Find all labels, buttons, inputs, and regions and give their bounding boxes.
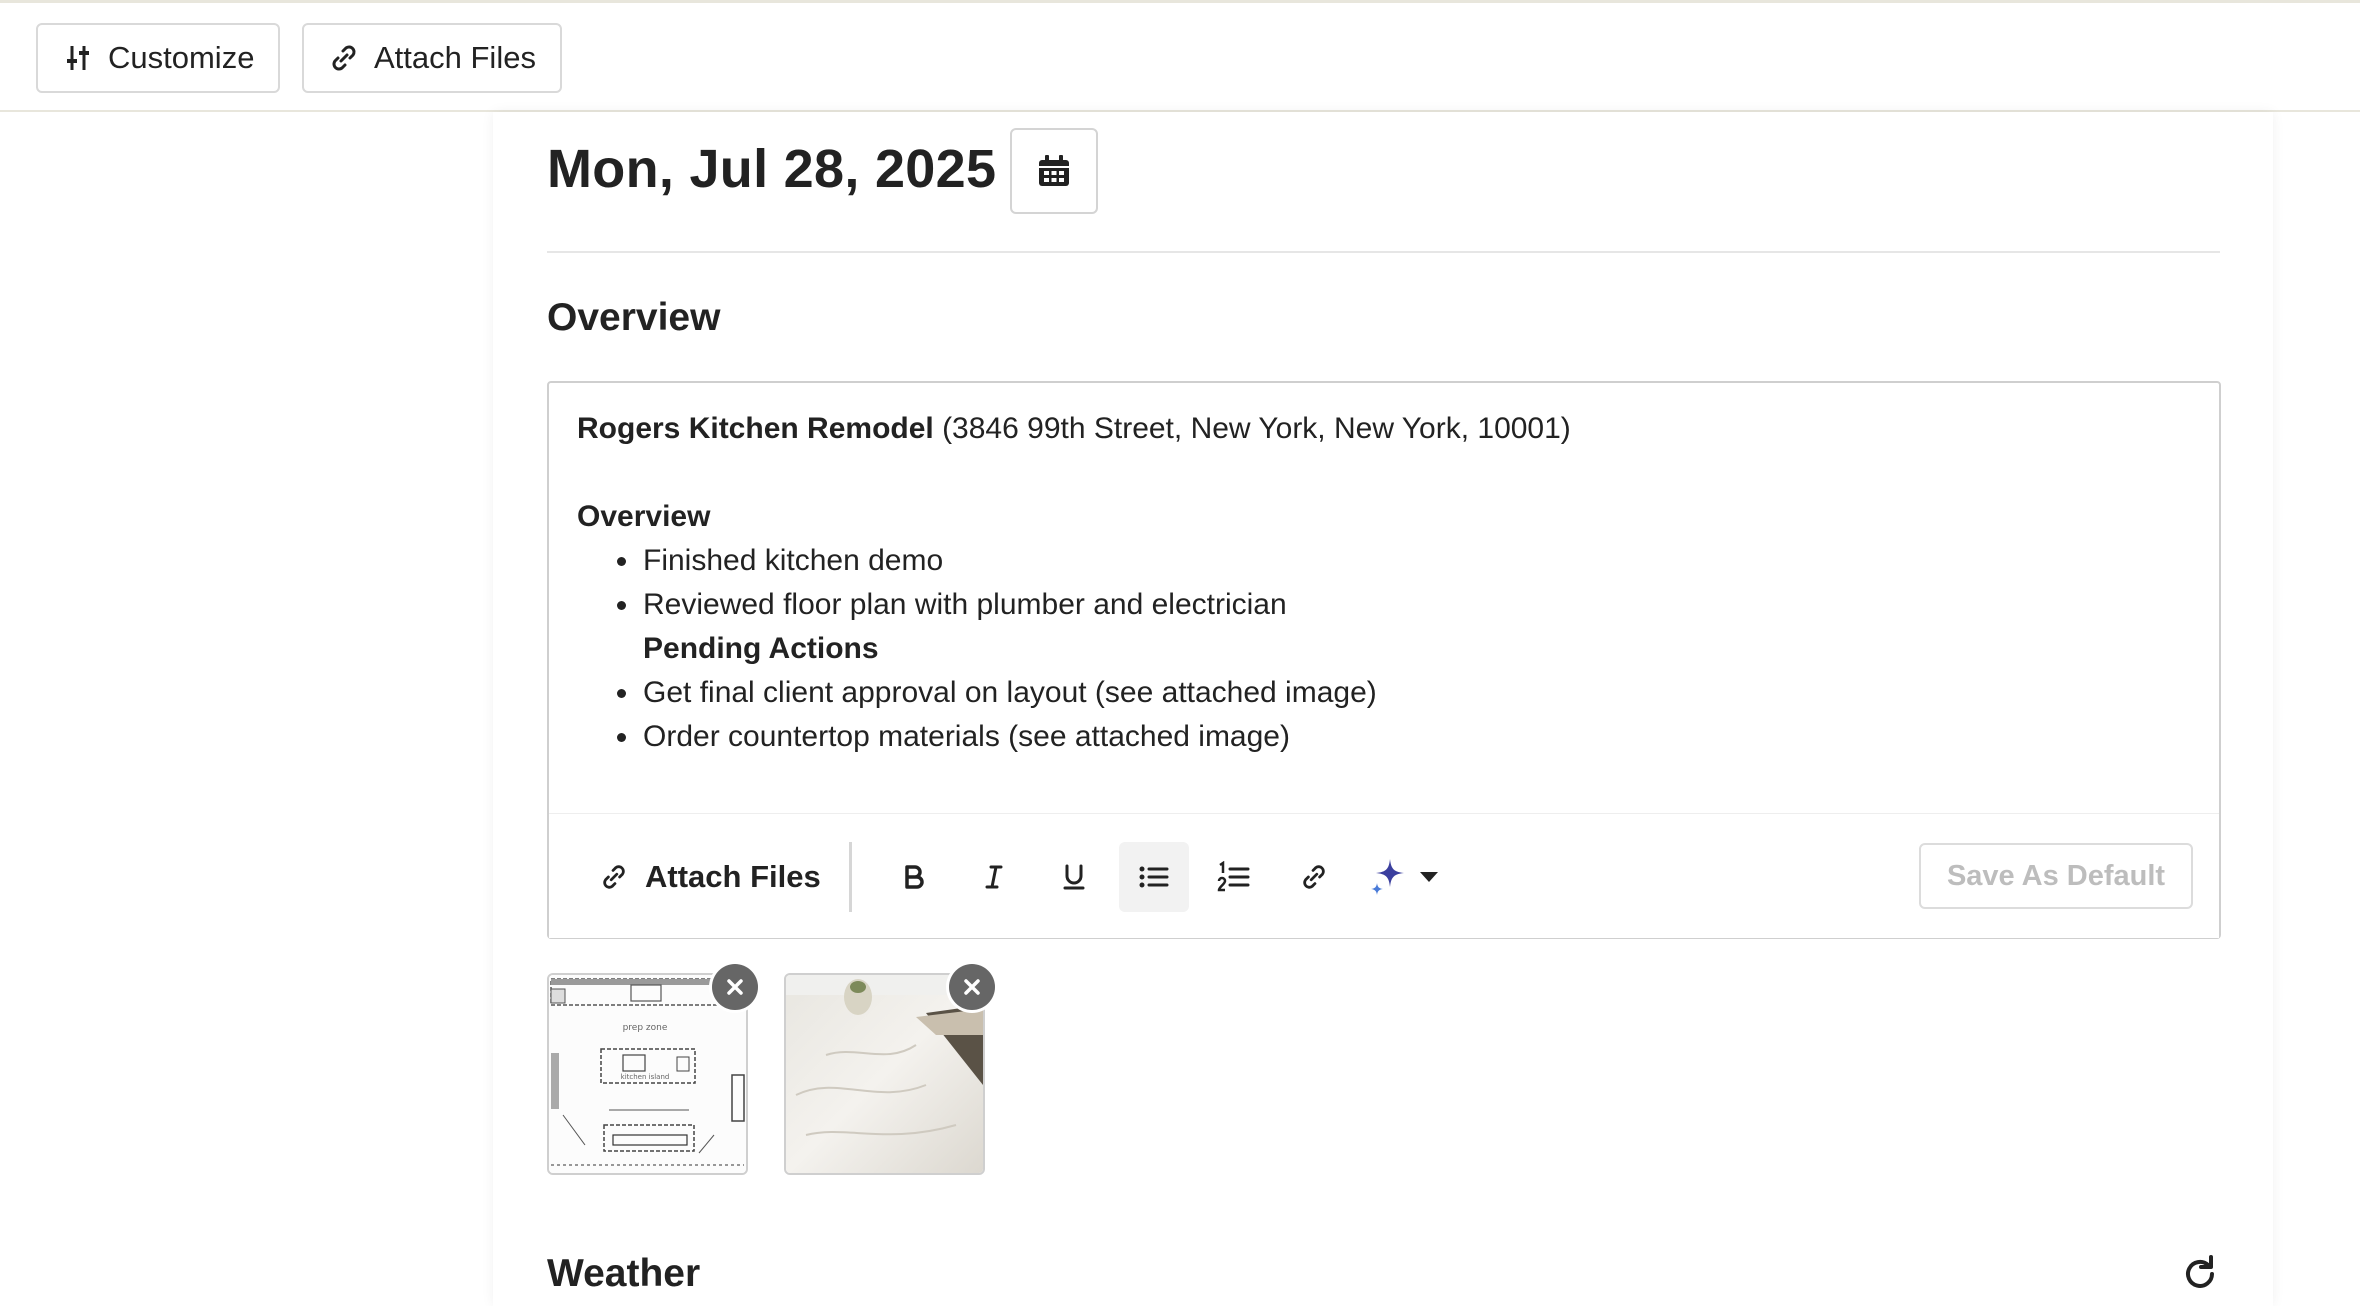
bold-icon xyxy=(905,865,924,889)
italic-button[interactable] xyxy=(959,842,1029,912)
underline-button[interactable] xyxy=(1039,842,1109,912)
svg-text:kitchen island: kitchen island xyxy=(621,1073,670,1081)
pending-actions-heading: Pending Actions xyxy=(643,632,879,665)
underline-icon xyxy=(1063,864,1085,890)
customize-label: Customize xyxy=(108,40,255,75)
editor-content[interactable]: Rogers Kitchen Remodel (3846 99th Street… xyxy=(577,407,2191,759)
italic-icon xyxy=(985,865,1003,889)
floor-plan-thumbnail-icon: prep zone kitchen island xyxy=(549,975,746,1173)
list-item: Order countertop materials (see attached… xyxy=(617,715,2191,759)
project-name: Rogers Kitchen Remodel xyxy=(577,412,934,445)
sparkle-icon xyxy=(1371,859,1404,895)
overview-list: Finished kitchen demo Reviewed floor pla… xyxy=(577,539,2191,759)
overview-heading: Overview xyxy=(577,500,711,533)
list-item: Reviewed floor plan with plumber and ele… xyxy=(617,583,2191,627)
marble-countertop-thumbnail-icon xyxy=(786,975,983,1173)
remove-attachment-button[interactable] xyxy=(712,964,758,1010)
paperclip-icon xyxy=(332,45,356,71)
refresh-icon xyxy=(2186,1255,2214,1288)
save-as-default-button[interactable]: Save As Default xyxy=(1919,843,2193,909)
weather-section-title: Weather xyxy=(547,1252,701,1295)
project-line: Rogers Kitchen Remodel (3846 99th Street… xyxy=(577,407,2191,451)
calendar-icon xyxy=(1039,155,1069,186)
refresh-weather-button[interactable] xyxy=(2181,1255,2219,1298)
report-date: Mon, Jul 28, 2025 xyxy=(547,139,997,199)
bold-button[interactable] xyxy=(879,842,949,912)
section-divider xyxy=(547,251,2220,253)
attach-files-label: Attach Files xyxy=(374,40,536,75)
toolbar-separator xyxy=(849,842,852,912)
attach-files-button[interactable]: Attach Files xyxy=(302,23,562,93)
close-icon xyxy=(964,979,980,995)
chevron-down-icon xyxy=(1420,872,1438,882)
ai-assist-dropdown[interactable] xyxy=(1349,842,1459,912)
close-icon xyxy=(727,979,743,995)
list-item: Finished kitchen demo xyxy=(617,539,2191,583)
project-address: (3846 99th Street, New York, New York, 1… xyxy=(933,412,1571,445)
numbered-list-button[interactable] xyxy=(1199,842,1269,912)
link-icon xyxy=(1303,865,1325,889)
overview-editor[interactable]: Rogers Kitchen Remodel (3846 99th Street… xyxy=(547,381,2221,939)
bulleted-list-icon xyxy=(1139,866,1169,888)
paperclip-icon xyxy=(603,865,625,889)
editor-toolbar: Attach Files Save As Default xyxy=(549,813,2219,938)
top-toolbar: Customize Attach Files xyxy=(0,0,2360,112)
list-item: Get final client approval on layout (see… xyxy=(617,671,2191,715)
overview-section-title: Overview xyxy=(547,296,721,339)
calendar-button[interactable] xyxy=(1010,128,1098,214)
numbered-list-icon xyxy=(1217,861,1250,892)
bulleted-list-button[interactable] xyxy=(1119,842,1189,912)
editor-attach-files-button[interactable]: Attach Files xyxy=(599,846,821,908)
customize-button[interactable]: Customize xyxy=(36,23,281,93)
sliders-icon xyxy=(67,46,89,70)
editor-attach-label: Attach Files xyxy=(645,859,821,894)
remove-attachment-button[interactable] xyxy=(949,964,995,1010)
link-button[interactable] xyxy=(1279,842,1349,912)
svg-text:prep zone: prep zone xyxy=(623,1023,668,1033)
